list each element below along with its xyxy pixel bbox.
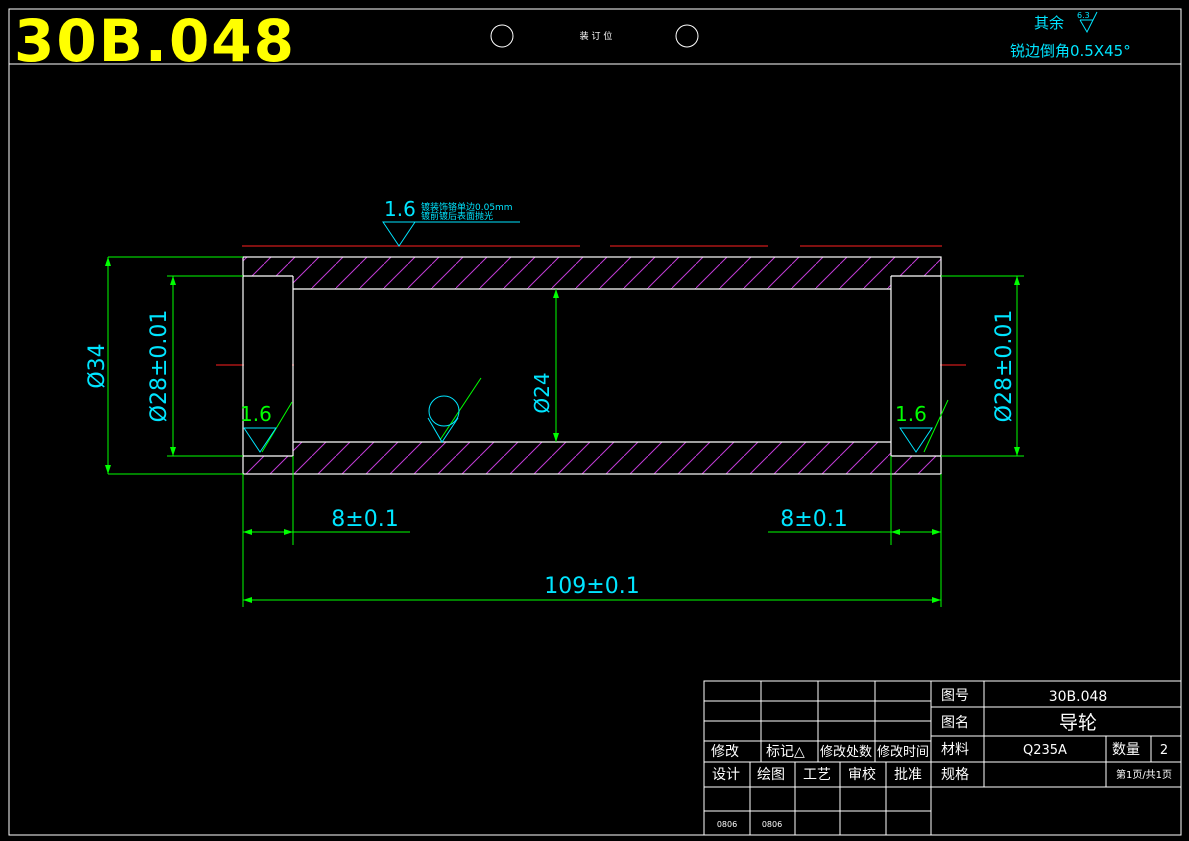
lower-wall-section-inner [293, 442, 891, 456]
dim-left-bore: Ø28±0.01 [147, 310, 172, 423]
cad-drawing: 30B.048 装 订 位 其余 6.3 锐边倒角0.5X45° 1.6 镀装饰… [8, 7, 1182, 836]
value-date-draft: 0806 [762, 820, 782, 829]
dim-outer-diameter: Ø34 [85, 343, 110, 388]
label-check: 审校 [848, 766, 876, 783]
label-design: 设计 [712, 767, 740, 783]
label-modify: 修改 [711, 744, 739, 760]
finish-top-note-2: 镀前镀后表面抛光 [421, 210, 493, 222]
label-material: 材料 [941, 742, 969, 758]
binding-hole-right [675, 24, 699, 48]
title-block-text: 图号 图名 材料 数量 规格 修改 标记△ 修改处数 修改时间 设计 绘图 工艺… [711, 688, 1172, 829]
dim-inner-diameter: Ø24 [530, 372, 554, 413]
dim-right-bore: Ø28±0.01 [992, 310, 1017, 423]
label-process: 工艺 [803, 767, 831, 783]
lower-wall-section [243, 456, 941, 474]
label-spec: 规格 [941, 767, 969, 783]
value-quantity: 2 [1160, 743, 1168, 758]
value-date-design: 0806 [717, 820, 737, 829]
dim-overall-length: 109±0.1 [544, 574, 639, 599]
upper-wall-section [243, 257, 941, 276]
label-drawing-name: 图名 [941, 715, 969, 731]
upper-wall-section-inner [293, 276, 891, 289]
label-drawing-no: 图号 [941, 688, 969, 704]
label-quantity: 数量 [1112, 742, 1140, 758]
finish-symbol-top [382, 221, 520, 247]
finish-right-value: 1.6 [895, 402, 927, 426]
roughness-prefix: 其余 [1034, 14, 1064, 32]
label-modify-place: 修改处数 [820, 745, 872, 760]
roughness-value: 6.3 [1077, 11, 1090, 20]
value-material: Q235A [1023, 743, 1067, 758]
finish-top-value: 1.6 [384, 197, 416, 221]
label-modify-time: 修改时间 [877, 745, 929, 760]
binding-hole-left [490, 24, 514, 48]
bore-gap [294, 290, 890, 441]
label-approve: 批准 [894, 767, 922, 783]
label-draft: 绘图 [757, 767, 785, 783]
value-drawing-name: 导轮 [1059, 712, 1097, 734]
value-sheet: 第1页/共1页 [1116, 768, 1172, 781]
finish-left-value: 1.6 [240, 402, 272, 426]
label-mark: 标记△ [766, 744, 805, 760]
value-drawing-no: 30B.048 [1049, 689, 1108, 705]
binding-label: 装 订 位 [580, 30, 613, 42]
dim-left-counterbore: 8±0.1 [331, 507, 398, 532]
drawing-number-large: 30B.048 [14, 7, 296, 75]
dim-right-counterbore: 8±0.1 [780, 507, 847, 532]
chamfer-note: 锐边倒角0.5X45° [1010, 42, 1131, 60]
